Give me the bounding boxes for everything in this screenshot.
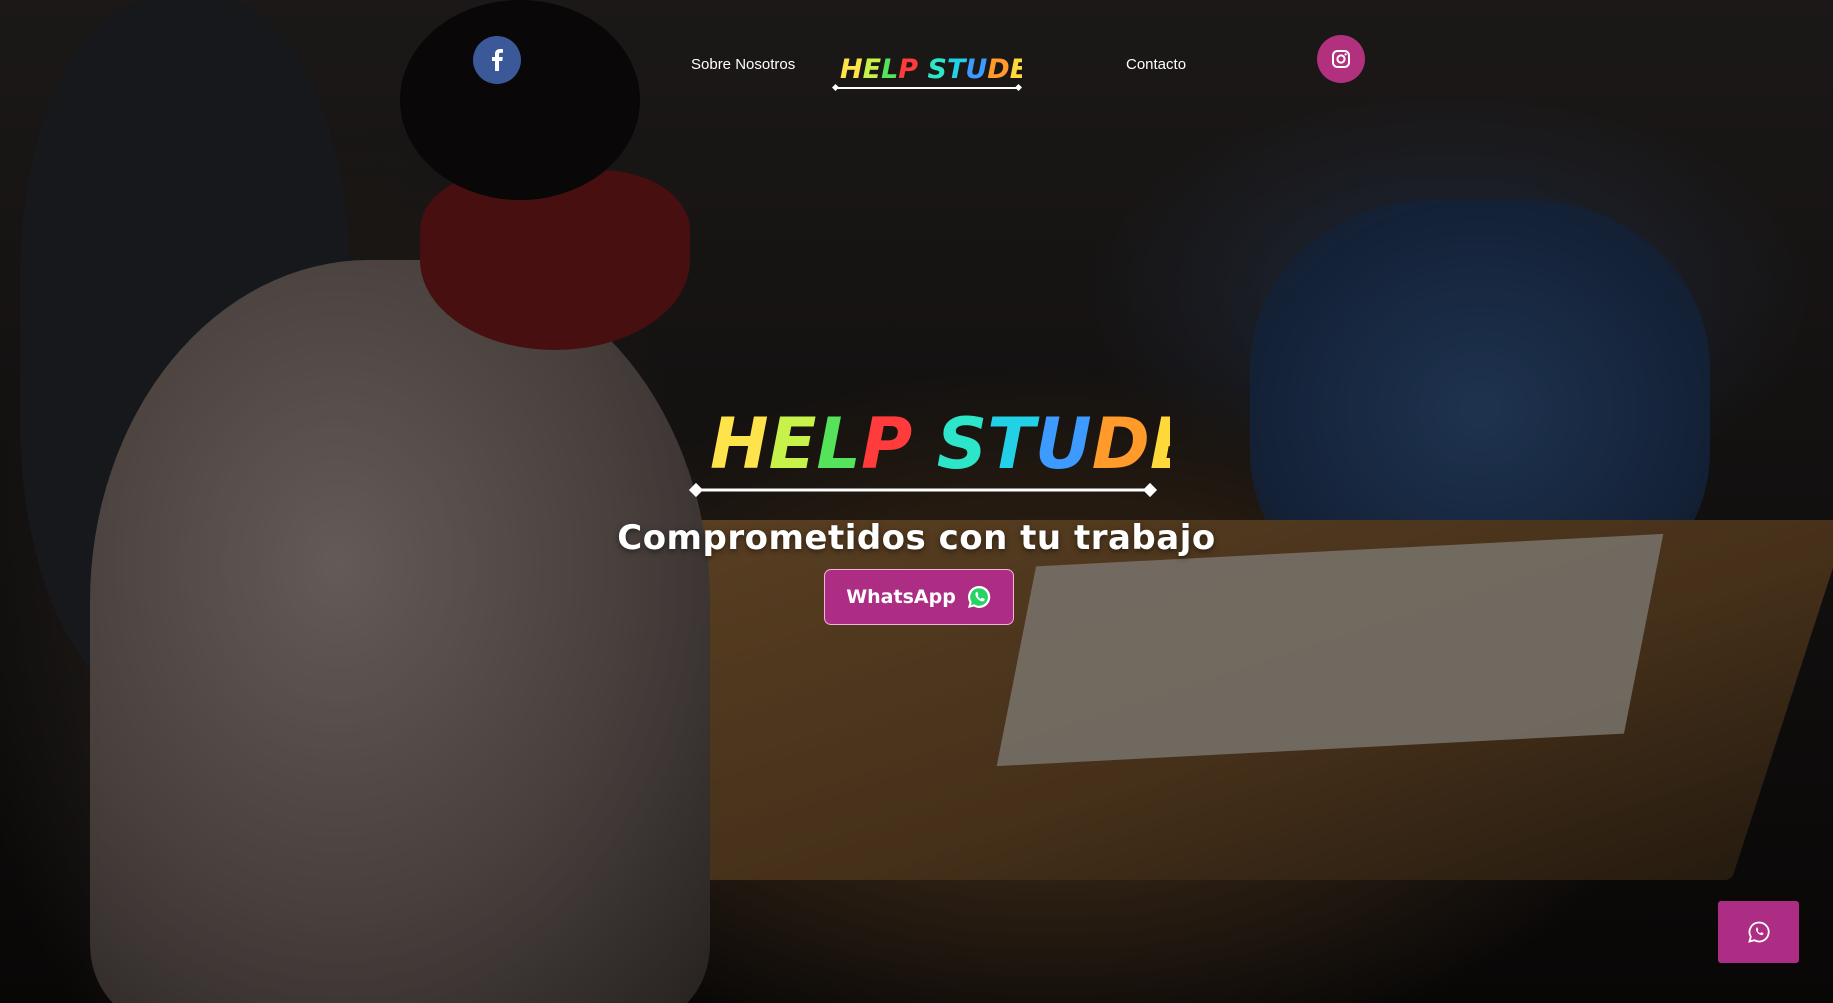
logo-letter: E	[863, 54, 882, 85]
logo-letter: U	[1035, 403, 1092, 485]
whatsapp-button-label: WhatsApp	[846, 586, 956, 608]
logo-letter: H	[710, 403, 769, 485]
facebook-icon	[492, 49, 503, 71]
floating-whatsapp-button[interactable]	[1718, 901, 1799, 963]
instagram-icon	[1332, 50, 1350, 68]
logo-letter: U	[965, 54, 987, 85]
logo-letter: H	[840, 54, 863, 85]
top-nav: Sobre Nosotros HELP STUDENT Contacto	[0, 0, 1833, 120]
whatsapp-icon	[1747, 921, 1770, 943]
logo-letter: T	[987, 403, 1040, 485]
header-logo[interactable]: HELP STUDENT	[832, 46, 1022, 94]
hero-logo-text: HELP STUDENT	[710, 403, 1170, 485]
logo-letter: L	[816, 403, 861, 485]
logo-letter: D	[1092, 403, 1150, 485]
whatsapp-button[interactable]: WhatsApp	[824, 569, 1014, 625]
hero-tagline: Comprometidos con tu trabajo	[617, 518, 1216, 558]
logo-letter: S	[927, 54, 946, 85]
logo-letter: E	[769, 403, 817, 485]
hero-logo: HELP STUDENT	[688, 403, 1170, 498]
logo-letter: E	[1150, 403, 1170, 485]
logo-letter	[918, 54, 927, 85]
logo-letter: P	[861, 403, 912, 485]
facebook-button[interactable]	[473, 36, 521, 84]
instagram-button[interactable]	[1317, 35, 1365, 83]
nav-about[interactable]: Sobre Nosotros	[691, 56, 795, 73]
nav-contact[interactable]: Contacto	[1126, 56, 1186, 73]
logo-letter: E	[1010, 54, 1022, 85]
logo-letter: S	[937, 403, 987, 485]
logo-letter: L	[881, 54, 898, 85]
logo-letter	[912, 403, 936, 485]
whatsapp-icon	[967, 585, 991, 608]
logo-letter: P	[898, 54, 918, 85]
header-logo-text: HELP STUDENT	[840, 54, 1022, 85]
logo-letter: D	[987, 54, 1009, 85]
